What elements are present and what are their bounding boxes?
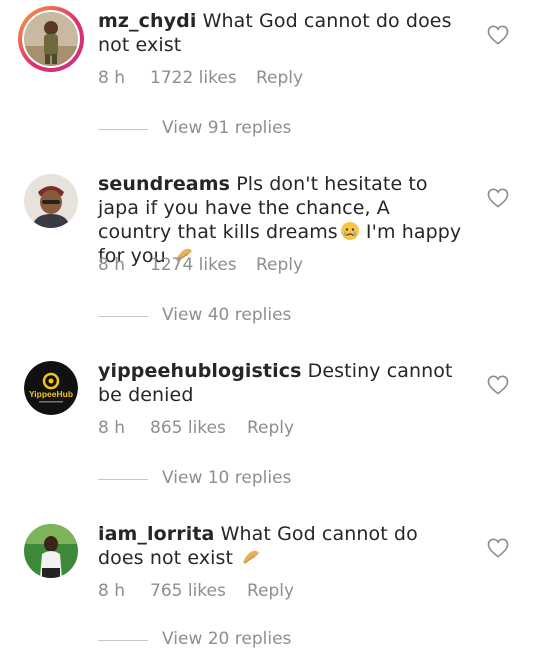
avatar[interactable]	[24, 174, 78, 228]
comment-username[interactable]: iam_lorrita	[98, 523, 214, 545]
comment-likes[interactable]: 865 likes	[150, 418, 226, 438]
view-replies-label: View 91 replies	[162, 118, 292, 138]
heart-outline-icon[interactable]	[487, 25, 509, 45]
comment-text: mz_chydi What God cannot do does not exi…	[98, 9, 468, 57]
view-replies-label: View 10 replies	[162, 468, 292, 488]
view-replies-button[interactable]: View 20 replies	[98, 629, 358, 651]
reply-button[interactable]: Reply	[256, 255, 303, 275]
avatar-story-ring[interactable]	[18, 6, 84, 72]
view-replies-button[interactable]: View 40 replies	[98, 305, 358, 327]
comment-username[interactable]: seundreams	[98, 173, 230, 195]
comment-time: 8 h	[98, 418, 125, 438]
comment-username[interactable]: mz_chydi	[98, 10, 196, 32]
crying-face-emoji	[340, 222, 359, 240]
comment-time: 8 h	[98, 581, 125, 601]
reply-button[interactable]: Reply	[247, 418, 294, 438]
comment-time: 8 h	[98, 68, 125, 88]
reply-button[interactable]: Reply	[256, 68, 303, 88]
view-replies-button[interactable]: View 91 replies	[98, 118, 358, 140]
avatar[interactable]: YippeeHub	[24, 361, 78, 415]
heart-outline-icon[interactable]	[487, 188, 509, 208]
comment-likes[interactable]: 1722 likes	[150, 68, 237, 88]
comment-likes[interactable]: 1274 likes	[150, 255, 237, 275]
view-replies-label: View 20 replies	[162, 629, 292, 649]
comment-likes[interactable]: 765 likes	[150, 581, 226, 601]
folded-hands-emoji	[243, 550, 260, 564]
view-replies-button[interactable]: View 10 replies	[98, 468, 358, 490]
view-replies-label: View 40 replies	[162, 305, 292, 325]
heart-outline-icon[interactable]	[487, 538, 509, 558]
divider	[98, 479, 148, 480]
divider	[98, 316, 148, 317]
avatar-logo-text: YippeeHub	[29, 389, 73, 399]
comment-text: yippeehublogistics Destiny cannot be den…	[98, 359, 468, 407]
comment-username[interactable]: yippeehublogistics	[98, 360, 301, 382]
reply-button[interactable]: Reply	[247, 581, 294, 601]
heart-outline-icon[interactable]	[487, 375, 509, 395]
comment-text: seundreams Pls don't hesitate to japa if…	[98, 172, 468, 268]
avatar	[24, 12, 78, 66]
avatar[interactable]	[24, 524, 78, 578]
divider	[98, 129, 148, 130]
comment-time: 8 h	[98, 255, 125, 275]
comment-text: iam_lorrita What God cannot do does not …	[98, 522, 468, 570]
